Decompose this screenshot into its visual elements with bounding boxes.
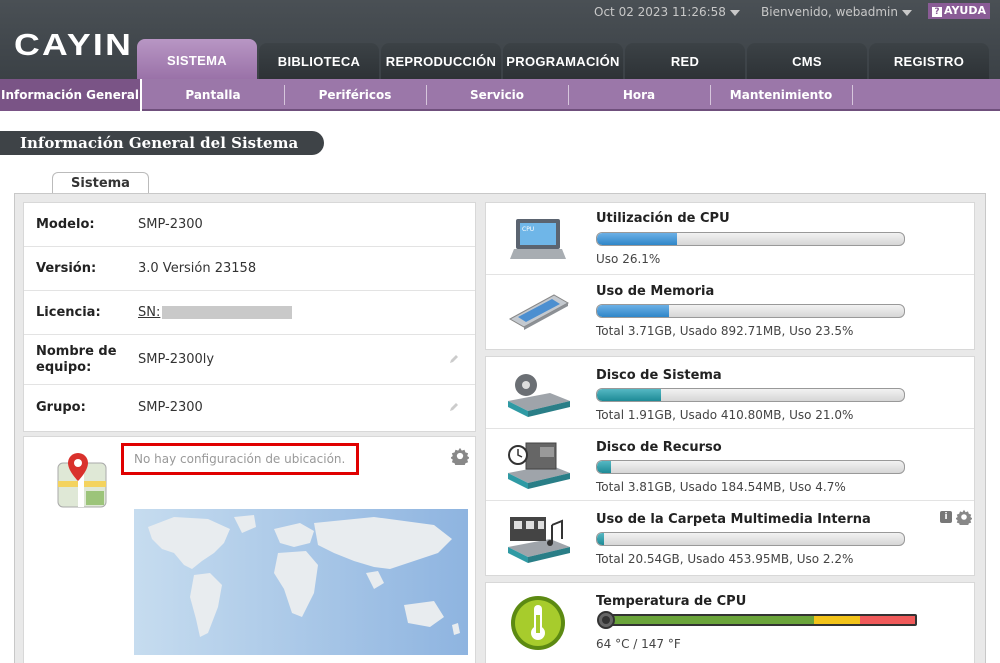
system-disk-row: Disco de Sistema Total 1.91GB, Usado 410… — [486, 357, 974, 429]
tab-red[interactable]: RED — [625, 43, 745, 79]
location-message: No hay configuración de ubicación. — [134, 452, 346, 466]
gear-icon[interactable] — [956, 509, 972, 525]
cpu-usage-text: Uso 26.1% — [596, 252, 661, 266]
welcome-text: Bienvenido, webadmin — [761, 5, 898, 19]
media-folder-label: Uso de la Carpeta Multimedia Interna — [596, 512, 871, 527]
cpu-usage-label: Utilización de CPU — [596, 211, 730, 226]
license-label: Licencia: — [36, 305, 101, 320]
memory-usage-fill — [597, 305, 670, 317]
device-info-panel: Modelo: SMP-2300 Versión: 3.0 Versión 23… — [23, 202, 476, 432]
device-name-value: SMP-2300ly — [138, 352, 215, 367]
version-value: 3.0 Versión 23158 — [138, 261, 257, 276]
tab-cms[interactable]: CMS — [747, 43, 867, 79]
media-folder-row: Uso de la Carpeta Multimedia Interna Tot… — [486, 501, 974, 575]
model-value: SMP-2300 — [138, 217, 203, 232]
info-row-device-name: Nombre de equipo: SMP-2300ly — [24, 335, 475, 385]
location-panel: No hay configuración de ubicación. — [23, 436, 476, 663]
media-folder-disk-icon — [508, 517, 570, 563]
cpu-temperature-text: 64 °C / 147 °F — [596, 637, 681, 651]
subnav-divider — [852, 85, 853, 105]
resource-disk-icon — [508, 442, 570, 489]
group-label: Grupo: — [36, 400, 86, 415]
subnav-servicio[interactable]: Servicio — [426, 79, 568, 111]
system-info-frame: Modelo: SMP-2300 Versión: 3.0 Versión 23… — [14, 193, 986, 663]
subnav-hora[interactable]: Hora — [568, 79, 710, 111]
system-disk-bar — [596, 388, 905, 402]
redacted-serial — [162, 306, 293, 319]
memory-usage-text: Total 3.71GB, Usado 892.71MB, Uso 23.5% — [596, 324, 854, 338]
pencil-icon[interactable] — [449, 402, 459, 412]
group-value: SMP-2300 — [138, 400, 203, 415]
subnav-mantenimiento[interactable]: Mantenimiento — [710, 79, 852, 111]
cpu-temperature-gauge — [597, 611, 917, 629]
version-label: Versión: — [36, 261, 97, 276]
cpu-temperature-panel: Temperatura de CPU 64 °C / 147 °F — [485, 582, 975, 663]
memory-usage-bar — [596, 304, 905, 318]
resource-disk-row: Disco de Recurso Total 3.81GB, Usado 184… — [486, 429, 974, 501]
location-message-box: No hay configuración de ubicación. — [121, 443, 359, 475]
info-row-group: Grupo: SMP-2300 — [24, 385, 475, 431]
cpu-temperature-label: Temperatura de CPU — [596, 594, 747, 609]
cpu-usage-fill — [597, 233, 678, 245]
memory-usage-label: Uso de Memoria — [596, 284, 715, 299]
info-icon[interactable]: i — [940, 511, 952, 523]
subnav-pantalla[interactable]: Pantalla — [142, 79, 284, 111]
model-label: Modelo: — [36, 217, 95, 232]
memory-module-icon — [508, 294, 570, 330]
user-menu[interactable]: Bienvenido, webadmin — [761, 5, 912, 19]
help-button[interactable]: ? AYUDA — [928, 3, 991, 19]
tab-programacion[interactable]: PROGRAMACIÓN — [503, 43, 623, 79]
info-row-model: Modelo: SMP-2300 — [24, 203, 475, 247]
system-disk-fill — [597, 389, 662, 401]
resource-disk-bar — [596, 460, 905, 474]
resource-disk-fill — [597, 461, 612, 473]
svg-text:CPU: CPU — [522, 226, 534, 233]
cayin-logo[interactable]: CAYIN — [14, 27, 133, 63]
chevron-down-icon — [729, 9, 740, 16]
help-icon: ? — [932, 7, 942, 17]
chevron-down-icon — [901, 9, 912, 16]
system-disk-text: Total 1.91GB, Usado 410.80MB, Uso 21.0% — [596, 408, 854, 422]
tab-biblioteca[interactable]: BIBLIOTECA — [259, 43, 379, 79]
cpu-chip-icon: CPU — [510, 219, 566, 259]
license-link[interactable]: SN: — [138, 305, 293, 320]
tab-section-sistema[interactable]: Sistema — [52, 172, 149, 194]
media-folder-text: Total 20.54GB, Usado 453.95MB, Uso 2.2% — [596, 552, 854, 566]
datetime-dropdown[interactable]: Oct 02 2023 11:26:58 — [594, 5, 740, 19]
sub-navigation: Información General Pantalla Periféricos… — [0, 79, 1000, 111]
resource-disk-label: Disco de Recurso — [596, 440, 722, 455]
top-header: CAYIN Oct 02 2023 11:26:58 Bienvenido, w… — [0, 0, 1000, 79]
tab-reproduccion[interactable]: REPRODUCCIÓN — [381, 43, 501, 79]
system-disk-label: Disco de Sistema — [596, 368, 722, 383]
datetime-text: Oct 02 2023 11:26:58 — [594, 5, 726, 19]
system-disk-gear-icon — [508, 374, 570, 417]
resource-disk-text: Total 3.81GB, Usado 184.54MB, Uso 4.7% — [596, 480, 846, 494]
device-name-label: Nombre de equipo: — [36, 344, 117, 375]
subnav-informacion-general[interactable]: Información General — [0, 79, 142, 111]
pencil-icon[interactable] — [449, 354, 459, 364]
license-value: SN: — [138, 305, 161, 320]
media-folder-fill — [597, 533, 604, 545]
tab-registro[interactable]: REGISTRO — [869, 43, 989, 79]
thermometer-icon — [511, 596, 565, 650]
media-folder-bar — [596, 532, 905, 546]
memory-usage-row: Uso de Memoria Total 3.71GB, Usado 892.7… — [486, 275, 974, 349]
cpu-usage-bar — [596, 232, 905, 246]
gear-icon[interactable] — [451, 447, 469, 465]
disk-usage-panel: Disco de Sistema Total 1.91GB, Usado 410… — [485, 356, 975, 576]
tab-sistema[interactable]: SISTEMA — [137, 39, 257, 79]
page-title: Información General del Sistema — [0, 131, 324, 155]
info-row-license: Licencia: SN: — [24, 291, 475, 335]
world-map[interactable] — [134, 509, 468, 655]
help-label: AYUDA — [944, 4, 987, 17]
subnav-perifericos[interactable]: Periféricos — [284, 79, 426, 111]
info-row-version: Versión: 3.0 Versión 23158 — [24, 247, 475, 291]
cpu-memory-panel: CPU Utilización de CPU Uso 26.1% Uso de … — [485, 202, 975, 350]
map-pin-icon — [57, 453, 107, 508]
cpu-usage-row: CPU Utilización de CPU Uso 26.1% — [486, 203, 974, 275]
